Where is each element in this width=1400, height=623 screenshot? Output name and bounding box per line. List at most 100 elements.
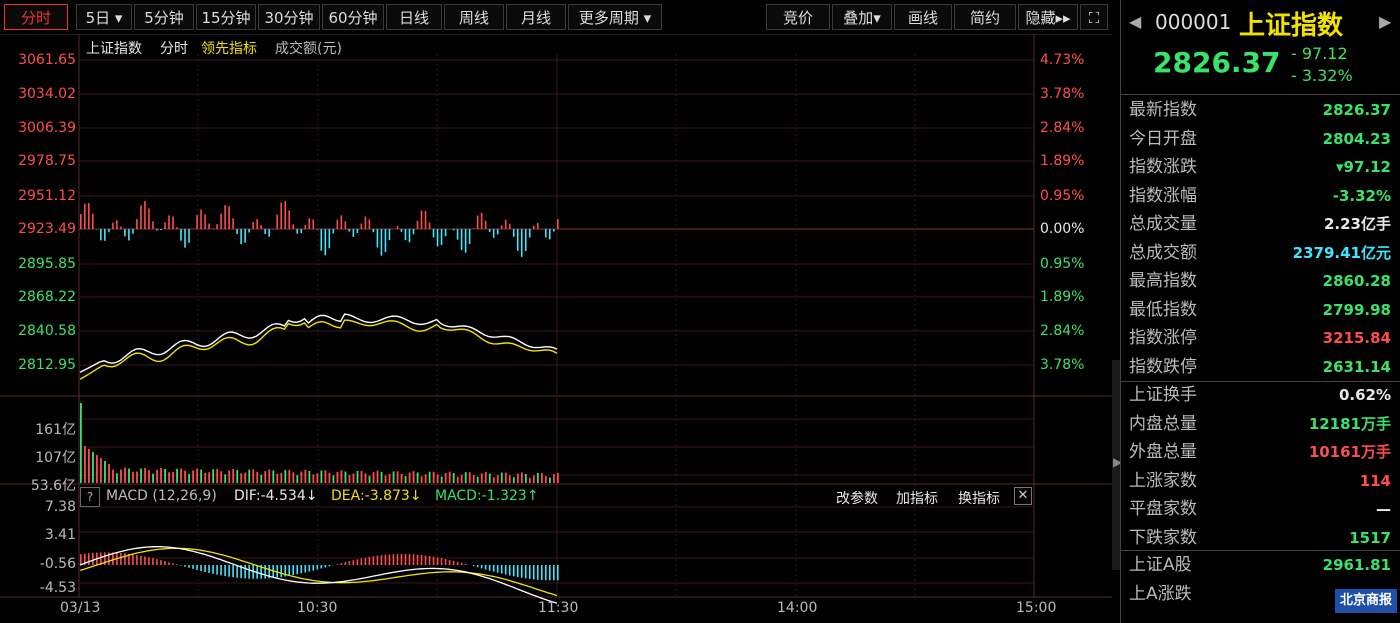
volume-bar bbox=[316, 473, 319, 483]
help-icon[interactable]: ? bbox=[80, 487, 100, 507]
lead-bar bbox=[404, 229, 407, 241]
lead-bar bbox=[116, 220, 118, 229]
lead-bar bbox=[368, 219, 371, 229]
lead-bar bbox=[520, 229, 523, 257]
lead-bar bbox=[252, 222, 254, 229]
macd-bar bbox=[212, 565, 214, 574]
macd-bar bbox=[328, 565, 331, 567]
percent-tick: 0.95% bbox=[1040, 256, 1085, 272]
macd-bar bbox=[480, 565, 483, 569]
tab-5min[interactable]: 5分钟 bbox=[134, 4, 194, 30]
period-toolbar: 分时 5日 ▾ 5分钟 15分钟 30分钟 60分钟 日线 周线 月线 更多周期… bbox=[0, 0, 1112, 34]
lead-bar bbox=[280, 202, 283, 229]
lead-bar bbox=[460, 229, 463, 251]
add-indicator-button[interactable]: 加指标 bbox=[896, 488, 938, 508]
stat-label: 上证A股 bbox=[1129, 555, 1192, 575]
macd-bar bbox=[396, 554, 399, 565]
volume-bar bbox=[280, 472, 283, 483]
macd-bar bbox=[144, 556, 146, 565]
macd-bar bbox=[308, 565, 311, 572]
close-icon[interactable]: ✕ bbox=[1014, 487, 1032, 505]
lead-bar bbox=[88, 202, 90, 229]
volume-bar bbox=[184, 470, 187, 483]
volume-bar bbox=[200, 469, 203, 483]
volume-bar bbox=[372, 472, 375, 483]
volume-bar bbox=[512, 477, 515, 483]
volume-bar bbox=[488, 473, 491, 483]
volume-bar bbox=[188, 474, 191, 483]
macd-bar bbox=[344, 562, 347, 565]
lead-bar bbox=[176, 227, 178, 229]
panel-splitter[interactable]: ▶ bbox=[1112, 360, 1122, 570]
macd-bar bbox=[400, 553, 403, 565]
auction-button[interactable]: 竞价 bbox=[766, 4, 830, 30]
macd-bar bbox=[408, 554, 411, 565]
lead-bar bbox=[320, 229, 323, 251]
prev-icon[interactable]: ◀ bbox=[1129, 12, 1141, 31]
lead-bar bbox=[312, 219, 315, 229]
tab-weekly[interactable]: 周线 bbox=[444, 4, 504, 30]
volume-bar bbox=[288, 469, 291, 483]
volume-bar bbox=[424, 474, 427, 483]
volume-bar bbox=[360, 470, 363, 483]
chevron-down-icon: ▾ bbox=[643, 9, 652, 27]
macd-bar bbox=[548, 565, 551, 581]
next-icon[interactable]: ▶ bbox=[1379, 12, 1391, 31]
percent-tick: 2.84% bbox=[1040, 120, 1085, 136]
tab-monthly[interactable]: 月线 bbox=[506, 4, 566, 30]
overlay-button[interactable]: 叠加▾ bbox=[832, 4, 892, 30]
lead-bar bbox=[380, 229, 383, 256]
price-tick: 2812.95 bbox=[18, 357, 76, 373]
simple-button[interactable]: 简约 bbox=[954, 4, 1016, 30]
macd-bar bbox=[420, 555, 423, 565]
intraday-chart[interactable] bbox=[0, 34, 1112, 623]
stat-row: 指数涨停 3215.84 bbox=[1129, 324, 1391, 352]
volume-bar bbox=[260, 474, 263, 483]
lead-bar bbox=[260, 225, 262, 229]
lead-bar bbox=[224, 205, 226, 229]
volume-bar bbox=[520, 472, 523, 483]
draw-button[interactable]: 画线 bbox=[894, 4, 952, 30]
tab-5day[interactable]: 5日 ▾ bbox=[76, 4, 132, 30]
macd-bar bbox=[180, 565, 182, 566]
volume-bar bbox=[180, 468, 183, 483]
lead-bar bbox=[212, 228, 214, 229]
tab-15min[interactable]: 15分钟 bbox=[196, 4, 256, 30]
lead-bar bbox=[524, 229, 527, 251]
volume-bar bbox=[324, 470, 327, 483]
tab-30min[interactable]: 30分钟 bbox=[258, 4, 320, 30]
volume-bar bbox=[168, 472, 170, 483]
macd-bar bbox=[520, 565, 523, 578]
volume-bar bbox=[292, 472, 295, 483]
lead-bar bbox=[120, 226, 122, 229]
stat-label: 最新指数 bbox=[1129, 100, 1197, 120]
macd-bar bbox=[80, 554, 82, 565]
macd-bar bbox=[524, 565, 527, 579]
macd-bar bbox=[236, 565, 238, 578]
switch-indicator-button[interactable]: 换指标 bbox=[958, 488, 1000, 508]
volume-bar bbox=[344, 471, 347, 483]
volume-bar bbox=[460, 474, 463, 483]
percent-tick: 4.73% bbox=[1040, 52, 1085, 68]
lead-bar bbox=[104, 229, 106, 241]
volume-bar bbox=[140, 468, 142, 483]
tab-60min[interactable]: 60分钟 bbox=[322, 4, 384, 30]
lead-bar bbox=[508, 223, 511, 229]
tab-daily[interactable]: 日线 bbox=[386, 4, 442, 30]
volume-bar bbox=[132, 471, 134, 483]
change-params-button[interactable]: 改参数 bbox=[836, 488, 878, 508]
lead-bar bbox=[188, 229, 190, 243]
volume-bar bbox=[156, 469, 158, 483]
macd-bar bbox=[496, 565, 499, 573]
lead-bar bbox=[528, 229, 531, 238]
macd-bar bbox=[188, 565, 190, 568]
hide-button[interactable]: 隐藏▸▸ bbox=[1018, 4, 1078, 30]
macd-bar bbox=[412, 554, 415, 565]
lead-bar bbox=[500, 225, 503, 229]
tab-more-periods[interactable]: 更多周期 ▾ bbox=[568, 4, 662, 30]
legend-mode: 分时 bbox=[160, 41, 188, 57]
fullscreen-icon[interactable]: ⛶ bbox=[1080, 4, 1108, 30]
volume-bar bbox=[484, 472, 487, 483]
tab-intraday[interactable]: 分时 bbox=[4, 4, 68, 30]
macd-bar bbox=[280, 565, 283, 577]
